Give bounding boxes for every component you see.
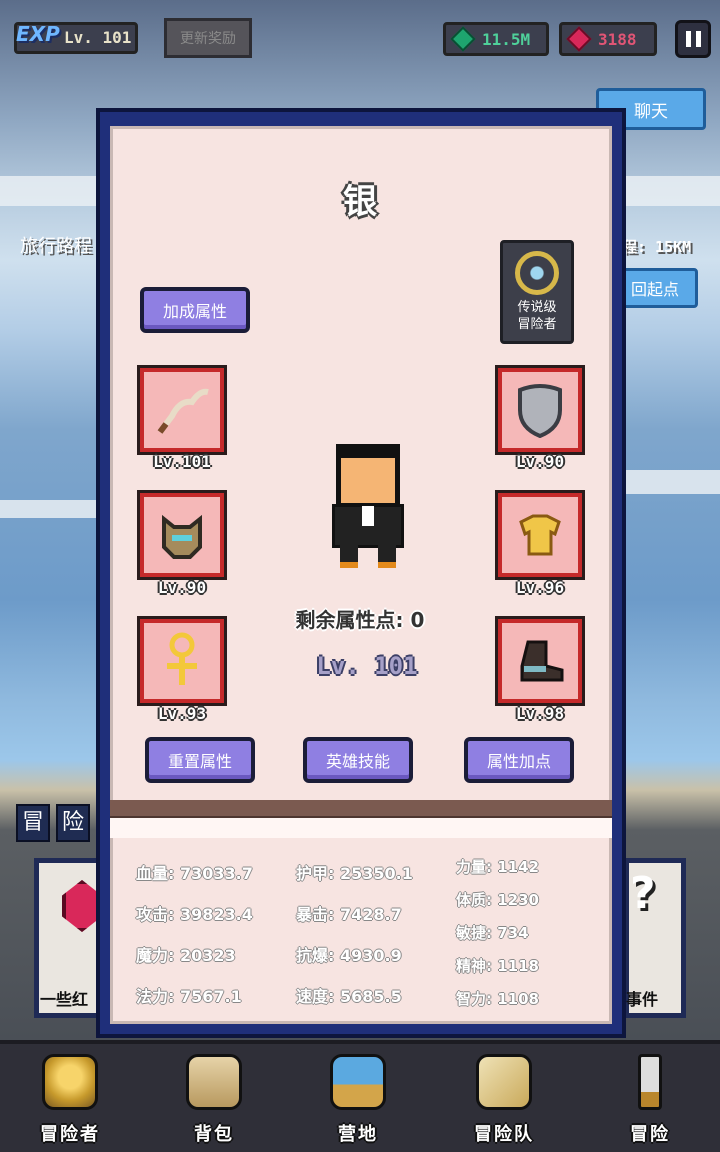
add-attribute-points-button[interactable]: 属性加点	[464, 737, 574, 783]
hero-shirt	[362, 506, 374, 526]
helmet-icon	[162, 514, 202, 559]
adventure-tag-char: 险	[56, 804, 90, 842]
nav-camp[interactable]: 营地	[308, 1050, 408, 1150]
pause-button[interactable]	[675, 20, 711, 58]
cloud	[620, 470, 720, 494]
event-text-right: 事件	[626, 990, 659, 1009]
necklace-level: Lv.93	[157, 704, 207, 723]
nav-label: 营地	[338, 1124, 378, 1145]
stat-mana: 法力: 7567.1	[136, 987, 242, 1006]
stat-constitution: 体质: 1230	[456, 891, 539, 909]
nav-label: 冒险	[630, 1124, 670, 1145]
stat-crit: 暴击: 7428.7	[296, 905, 402, 924]
weapon-level: Lv.101	[153, 452, 211, 471]
armor-slot[interactable]	[498, 493, 582, 577]
adventure-tag-char: 冒	[16, 804, 50, 842]
shield-icon	[518, 384, 562, 438]
adventure-tag: 冒 险	[16, 804, 90, 842]
red-gem-icon	[566, 26, 592, 52]
panel-divider-light	[110, 818, 612, 838]
stat-armor: 护甲: 25350.1	[296, 864, 413, 883]
nav-label: 冒险者	[40, 1124, 100, 1145]
offhand-level: Lv.90	[515, 452, 565, 471]
hero-level: Lv. 101	[316, 652, 418, 680]
team-book-icon	[476, 1054, 532, 1110]
green-gem-counter[interactable]: 11.5M	[443, 22, 549, 56]
hero-skills-button[interactable]: 英雄技能	[303, 737, 413, 783]
stat-magic-power: 魔力: 20323	[136, 946, 236, 965]
panel-divider	[110, 800, 612, 818]
question-mark-icon: ?	[630, 868, 656, 919]
reset-attributes-button[interactable]: 重置属性	[145, 737, 255, 783]
badge-line-2: 冒险者	[517, 317, 557, 332]
legendary-adventurer-badge[interactable]: 传说级 冒险者	[500, 240, 574, 344]
green-gem-icon	[450, 26, 476, 52]
nav-team[interactable]: 冒险队	[454, 1050, 554, 1150]
event-text-left: 一些红	[40, 990, 89, 1009]
stat-agility: 敏捷: 734	[456, 924, 529, 942]
armor-level: Lv.96	[515, 578, 565, 597]
red-gem-counter[interactable]: 3188	[559, 22, 657, 56]
hero-head	[336, 444, 400, 508]
stat-speed: 速度: 5685.5	[296, 987, 402, 1006]
backpack-icon	[186, 1054, 242, 1110]
weapon-slot[interactable]	[140, 368, 224, 452]
pause-icon	[695, 31, 701, 47]
hero-rank-title: 银	[343, 182, 377, 222]
golden-armor-icon	[519, 514, 561, 556]
travel-distance-label: 旅行路程	[20, 236, 92, 257]
stat-hp: 血量: 73033.7	[136, 864, 253, 883]
green-gem-amount: 11.5M	[482, 29, 531, 49]
pause-icon	[685, 31, 691, 47]
distance-value: 程: 15KM	[622, 238, 692, 256]
exp-logo: EXP	[16, 22, 60, 46]
hero-leg	[378, 544, 396, 568]
stat-strength: 力量: 1142	[456, 858, 539, 876]
stat-crit-resist: 抗爆: 4930.9	[296, 946, 402, 965]
stat-intelligence: 智力: 1108	[456, 990, 539, 1008]
badge-line-1: 传说级	[517, 300, 557, 315]
update-reward-button[interactable]: 更新奖励	[164, 18, 252, 58]
legendary-emblem-icon	[515, 251, 559, 295]
knight-helmet-icon	[42, 1054, 98, 1110]
nav-label: 背包	[194, 1124, 234, 1145]
red-gem-amount: 3188	[598, 29, 637, 49]
remaining-attribute-points: 剩余属性点: 0	[295, 608, 425, 632]
helmet-level: Lv.90	[157, 578, 207, 597]
helmet-slot[interactable]	[140, 493, 224, 577]
boots-level: Lv.98	[515, 704, 565, 723]
stat-attack: 攻击: 39823.4	[136, 905, 253, 924]
hero-leg	[340, 544, 358, 568]
stat-spirit: 精神: 1118	[456, 957, 539, 975]
sword-icon	[638, 1054, 662, 1110]
offhand-slot[interactable]	[498, 368, 582, 452]
bonus-attributes-button[interactable]: 加成属性	[140, 287, 250, 333]
bone-whip-icon	[157, 388, 209, 434]
nav-label: 冒险队	[474, 1124, 534, 1145]
nav-backpack[interactable]: 背包	[164, 1050, 264, 1150]
hero-sprite	[326, 444, 410, 572]
player-level: Lv. 101	[64, 28, 132, 47]
camp-banner-icon	[330, 1054, 386, 1110]
nav-adventure[interactable]: 冒险	[600, 1050, 700, 1150]
nav-adventurer[interactable]: 冒险者	[20, 1050, 120, 1150]
